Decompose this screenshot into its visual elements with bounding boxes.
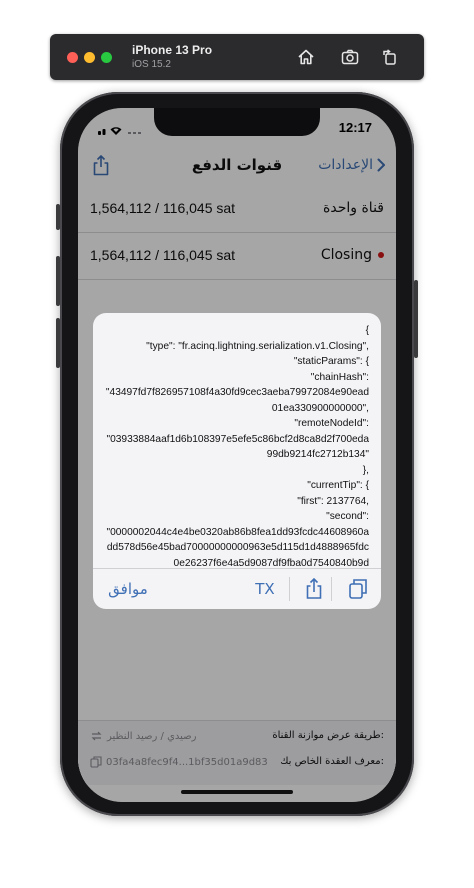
copy-button[interactable] [343, 569, 373, 609]
power-button [414, 280, 418, 358]
share-button[interactable] [301, 569, 327, 609]
action-separator [289, 577, 290, 601]
mute-switch [56, 204, 60, 230]
home-indicator[interactable] [181, 790, 293, 794]
simulator-title-bar: iPhone 13 Pro iOS 15.2 [50, 34, 424, 80]
rotate-icon[interactable] [380, 47, 400, 67]
zoom-window-button[interactable] [101, 52, 112, 63]
close-window-button[interactable] [67, 52, 78, 63]
screenshot-icon[interactable] [340, 47, 360, 67]
action-separator [331, 577, 332, 601]
volume-up-button [56, 256, 60, 306]
volume-down-button [56, 318, 60, 368]
phone-screen: 12:17 قنوات الدفع الإعدادات 1,564,112 / … [78, 108, 396, 802]
tx-button[interactable]: TX [243, 569, 287, 609]
channel-json-text: { "type": "fr.acinq.lightning.serializat… [105, 325, 369, 569]
simulator-device-name: iPhone 13 Pro [132, 43, 213, 57]
minimize-window-button[interactable] [84, 52, 95, 63]
simulator-os-version: iOS 15.2 [132, 59, 171, 70]
alert-actions: TX موافق [93, 568, 381, 609]
channel-details-alert: { "type": "fr.acinq.lightning.serializat… [93, 313, 381, 609]
home-icon[interactable] [296, 47, 316, 67]
ok-button[interactable]: موافق [93, 569, 163, 609]
